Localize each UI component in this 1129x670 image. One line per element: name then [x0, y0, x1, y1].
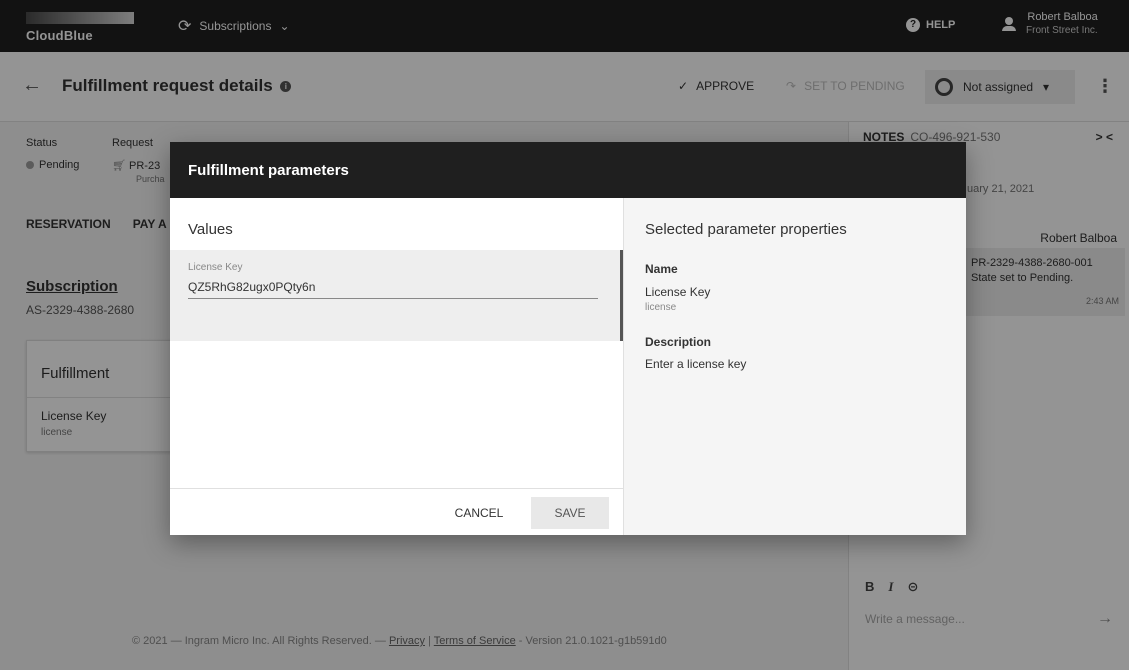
properties-title: Selected parameter properties — [645, 221, 847, 238]
description-value: Enter a license key — [645, 357, 747, 371]
license-key-label: License Key — [188, 262, 243, 273]
fulfillment-parameters-dialog: Fulfillment parameters Values License Ke… — [170, 142, 966, 535]
dialog-header: Fulfillment parameters — [170, 142, 966, 198]
license-key-row[interactable]: License Key — [170, 250, 623, 341]
save-button[interactable]: SAVE — [531, 497, 609, 529]
name-id: license — [645, 302, 677, 313]
dialog-actions: CANCEL SAVE — [170, 488, 623, 535]
properties-panel: Selected parameter properties Name Licen… — [623, 198, 966, 535]
description-label: Description — [645, 335, 712, 349]
name-value: License Key — [645, 285, 711, 299]
values-panel: Values License Key CANCEL SAVE — [170, 198, 623, 535]
name-label: Name — [645, 262, 678, 276]
license-key-input[interactable] — [188, 275, 598, 299]
values-title: Values — [188, 221, 233, 238]
dialog-title: Fulfillment parameters — [188, 162, 349, 179]
cancel-button[interactable]: CANCEL — [444, 497, 514, 529]
